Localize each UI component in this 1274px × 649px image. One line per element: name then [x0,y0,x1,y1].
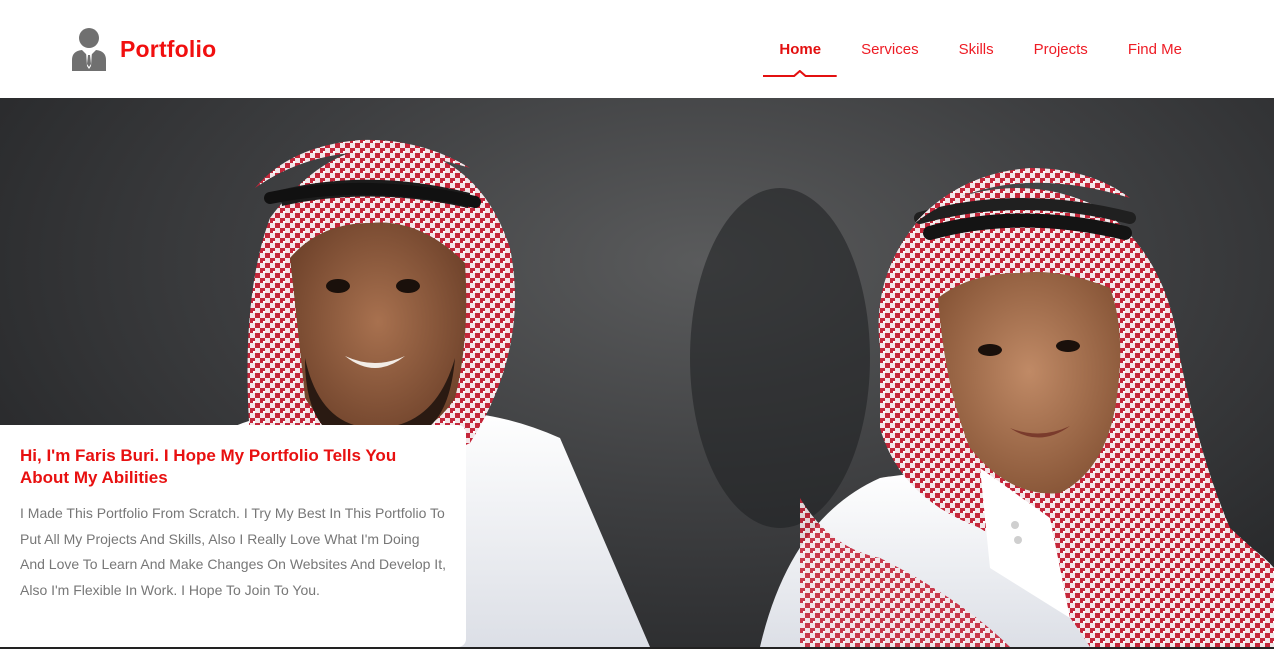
nav-item-home[interactable]: Home [759,30,841,77]
nav-item-skills[interactable]: Skills [939,30,1014,70]
nav-item-projects[interactable]: Projects [1014,30,1108,70]
nav-item-label: Find Me [1127,41,1182,58]
nav-item-label: Home [779,41,822,58]
user-avatar-icon [72,28,106,71]
site-header: Portfolio Home Services Skills Projects … [0,0,1274,98]
intro-card: Hi, I'm Faris Buri. I Hope My Portfolio … [0,425,466,647]
brand-logo[interactable]: Portfolio [70,26,216,72]
nav-item-label: Services [861,41,919,58]
nav-item-services[interactable]: Services [841,30,939,70]
nav-item-find-me[interactable]: Find Me [1108,30,1202,70]
intro-title: Hi, I'm Faris Buri. I Hope My Portfolio … [20,446,397,487]
nav-item-label: Projects [1033,41,1088,58]
nav-item-label: Skills [958,41,994,58]
main-nav: Home Services Skills Projects Find Me [759,30,1202,77]
brand-title: Portfolio [120,35,217,62]
active-nav-indicator [763,70,838,78]
intro-text: I Made This Portfolio From Scratch. I Tr… [20,505,446,598]
hero-section: Hi, I'm Faris Buri. I Hope My Portfolio … [0,98,1274,647]
